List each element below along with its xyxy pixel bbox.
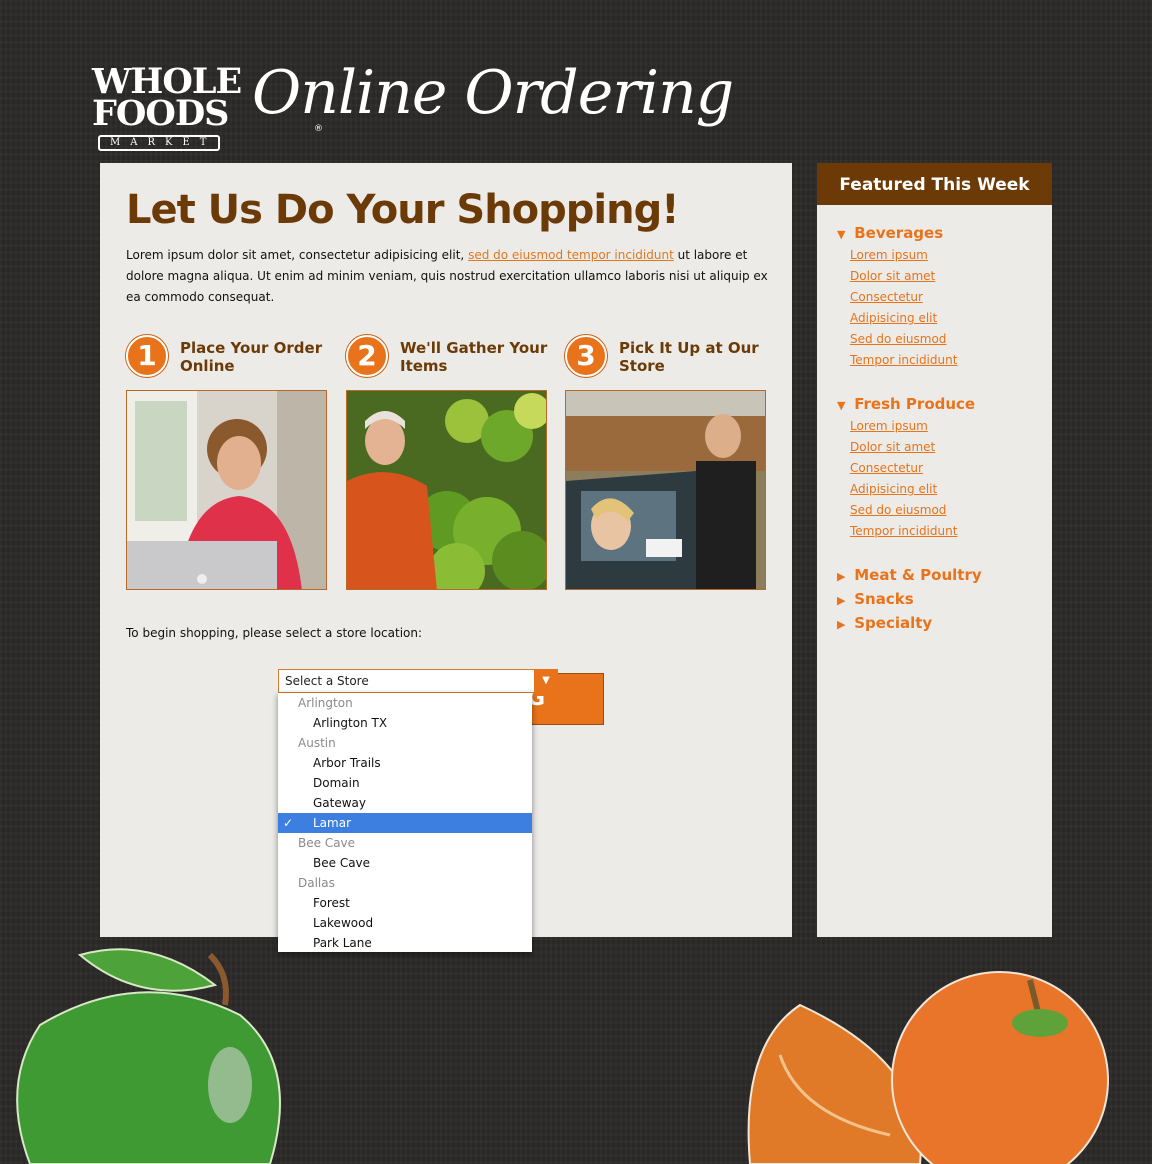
dropdown-option[interactable]: Domain xyxy=(278,773,532,793)
dropdown-option-label: Lamar xyxy=(313,816,352,830)
beverages-item[interactable]: Tempor incididunt xyxy=(850,353,957,367)
page-title: Let Us Do Your Shopping! xyxy=(126,187,679,233)
apple-illustration xyxy=(16,948,281,1164)
orange-illustration xyxy=(747,971,1109,1164)
category-beverages[interactable]: ▼ Beverages xyxy=(837,224,943,242)
category-snacks[interactable]: ▶ Snacks xyxy=(837,590,914,608)
category-label: Meat & Poultry xyxy=(854,566,982,584)
intro-text-start: Lorem ipsum dolor sit amet, consectetur … xyxy=(126,248,469,262)
logo-line-2: FOODS xyxy=(92,93,229,134)
beverages-item[interactable]: Dolor sit amet xyxy=(850,269,935,283)
beverages-item[interactable]: Consectetur xyxy=(850,290,923,304)
beverages-item[interactable]: Sed do eiusmod xyxy=(850,332,946,346)
intro-text: Lorem ipsum dolor sit amet, consectetur … xyxy=(126,245,776,308)
step-number-badge: 3 xyxy=(565,335,607,377)
category-label: Snacks xyxy=(854,590,914,608)
dropdown-option[interactable]: Arbor Trails xyxy=(278,753,532,773)
triangle-right-icon: ▶ xyxy=(837,618,846,631)
fresh-produce-item[interactable]: Sed do eiusmod xyxy=(850,503,946,517)
fresh-produce-item[interactable]: Dolor sit amet xyxy=(850,440,935,454)
fresh-produce-item[interactable]: Consectetur xyxy=(850,461,923,475)
beverages-item[interactable]: Adipisicing elit xyxy=(850,311,937,325)
store-select[interactable]: Select a Store ▼ xyxy=(278,669,558,693)
dropdown-arrow-icon[interactable]: ▼ xyxy=(534,669,558,693)
step-1: 1 Place Your Order Online xyxy=(126,335,336,590)
step-3: 3 Pick It Up at Our Store xyxy=(565,335,775,590)
triangle-right-icon: ▶ xyxy=(837,594,846,607)
begin-shopping-text: To begin shopping, please select a store… xyxy=(126,626,423,640)
fresh-produce-item[interactable]: Tempor incididunt xyxy=(850,524,957,538)
category-label: Specialty xyxy=(854,614,933,632)
dropdown-option[interactable]: Bee Cave xyxy=(278,853,532,873)
dropdown-group-label: Arlington xyxy=(298,696,353,710)
step-label: Place Your Order Online xyxy=(180,339,323,375)
dropdown-option[interactable]: Forest xyxy=(278,893,532,913)
category-meat-poultry[interactable]: ▶ Meat & Poultry xyxy=(837,566,982,584)
sidebar-header: Featured This Week xyxy=(817,163,1052,205)
step-number-badge: 2 xyxy=(346,335,388,377)
featured-sidebar: Featured This Week ▼ Beverages Lorem ips… xyxy=(817,163,1052,937)
app-title: Online Ordering xyxy=(252,58,734,128)
store-dropdown-list[interactable]: Arlington Arlington TX Austin Arbor Trai… xyxy=(278,693,532,952)
store-pickup-photo xyxy=(565,390,766,590)
triangle-down-icon: ▼ xyxy=(837,399,846,412)
step-2: 2 We'll Gather Your Items xyxy=(346,335,556,590)
store-select-placeholder: Select a Store xyxy=(285,674,369,688)
category-specialty[interactable]: ▶ Specialty xyxy=(837,614,932,632)
step-number-badge: 1 xyxy=(126,335,168,377)
triangle-right-icon: ▶ xyxy=(837,570,846,583)
category-fresh-produce[interactable]: ▼ Fresh Produce xyxy=(837,395,975,413)
category-label: Fresh Produce xyxy=(854,395,976,413)
woman-on-laptop-photo xyxy=(126,390,327,590)
category-label: Beverages xyxy=(854,224,944,242)
dropdown-option[interactable]: Park Lane xyxy=(278,933,532,953)
beverages-item[interactable]: Lorem ipsum xyxy=(850,248,928,262)
intro-link[interactable]: sed do eiusmod tempor incididunt xyxy=(468,248,674,262)
logo-line-3: MARKET xyxy=(98,135,221,151)
dropdown-group-label: Austin xyxy=(298,736,336,750)
dropdown-option-selected[interactable]: ✓ Lamar xyxy=(278,813,532,833)
dropdown-group-label: Bee Cave xyxy=(298,836,356,850)
step-label: Pick It Up at Our Store xyxy=(619,339,759,375)
triangle-down-icon: ▼ xyxy=(837,228,846,241)
dropdown-option[interactable]: Gateway xyxy=(278,793,532,813)
whole-foods-logo[interactable]: WHOLE FOODS MARKET ® xyxy=(92,64,323,151)
fresh-produce-item[interactable]: Lorem ipsum xyxy=(850,419,928,433)
step-label: We'll Gather Your Items xyxy=(400,339,548,375)
grocer-gathering-produce-photo xyxy=(346,390,547,590)
dropdown-option[interactable]: Lakewood xyxy=(278,913,532,933)
dropdown-group-label: Dallas xyxy=(298,876,335,890)
dropdown-option[interactable]: Arlington TX xyxy=(278,713,532,733)
fresh-produce-item[interactable]: Adipisicing elit xyxy=(850,482,937,496)
checkmark-icon: ✓ xyxy=(283,816,294,830)
